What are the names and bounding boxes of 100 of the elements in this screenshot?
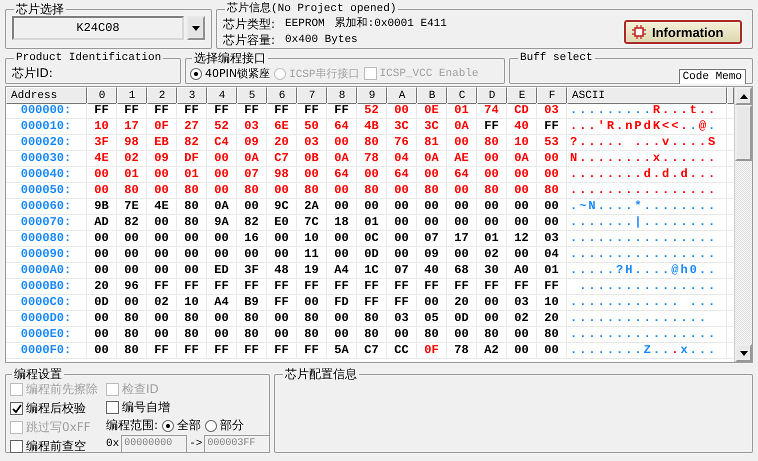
- hex-cell: 04: [537, 247, 567, 263]
- scroll-thumb[interactable]: [735, 105, 752, 161]
- hex-cell: 82: [117, 215, 147, 231]
- hex-cell: 20: [267, 135, 297, 151]
- group-title: Product Identification: [15, 51, 162, 65]
- address-cell: 0000A0:: [6, 263, 87, 279]
- address-cell: 000030:: [6, 151, 87, 167]
- hex-cell: 00: [387, 215, 417, 231]
- information-button[interactable]: Information: [624, 20, 742, 44]
- hex-cell: 00: [537, 151, 567, 167]
- hex-cell: 64: [327, 167, 357, 183]
- hex-cell: 0C: [357, 231, 387, 247]
- radio-option[interactable]: 全部: [162, 417, 202, 434]
- column-header[interactable]: Address: [6, 87, 87, 104]
- ascii-text: .~N....*........: [567, 199, 727, 215]
- column-header[interactable]: E: [507, 87, 537, 104]
- column-header[interactable]: 7: [297, 87, 327, 104]
- radio-option[interactable]: 40PIN锁紧座: [190, 65, 270, 82]
- hex-cell: 00: [477, 215, 507, 231]
- column-header[interactable]: 5: [237, 87, 267, 104]
- info-value: 0x400 Bytes: [285, 33, 358, 48]
- hex-cell: 00: [477, 295, 507, 311]
- hex-cell: 00: [207, 327, 237, 343]
- hex-cell: FF: [327, 279, 357, 295]
- caret-icon: [192, 26, 200, 30]
- column-header[interactable]: 6: [267, 87, 297, 104]
- buffer-tab[interactable]: Code Memo: [678, 69, 746, 84]
- hex-cell: 00: [87, 343, 117, 359]
- column-header[interactable]: F: [537, 87, 567, 104]
- hex-cell: 0A: [507, 151, 537, 167]
- hex-cell: 00: [387, 183, 417, 199]
- hex-cell: 27: [177, 119, 207, 135]
- scrollbar[interactable]: [734, 87, 752, 362]
- hex-cell: 12: [507, 231, 537, 247]
- column-header[interactable]: A: [387, 87, 417, 104]
- hex-cell: C4: [207, 135, 237, 151]
- checkbox[interactable]: 编程后校验: [10, 400, 98, 417]
- info-value: EEPROM: [285, 17, 325, 32]
- hex-cell: B9: [237, 295, 267, 311]
- column-header[interactable]: 9: [357, 87, 387, 104]
- address-cell: 0000D0:: [6, 311, 87, 327]
- hex-cell: 80: [177, 311, 207, 327]
- column-header[interactable]: 4: [207, 87, 237, 104]
- column-header[interactable]: 3: [177, 87, 207, 104]
- hex-cell: 00: [507, 183, 537, 199]
- column-header[interactable]: B: [417, 87, 447, 104]
- scroll-up-button[interactable]: [735, 87, 752, 105]
- hex-cell: 98: [267, 167, 297, 183]
- column-header[interactable]: 0: [87, 87, 117, 104]
- column-header[interactable]: C: [447, 87, 477, 104]
- hex-cell: 00: [507, 247, 537, 263]
- hex-cell: 00: [177, 247, 207, 263]
- hex-cell: 0A: [327, 151, 357, 167]
- hex-cell: 00: [327, 311, 357, 327]
- start-address-field[interactable]: 00000000: [121, 434, 188, 452]
- column-header[interactable]: ASCII: [567, 87, 727, 104]
- hex-cell: 9A: [207, 215, 237, 231]
- hex-cell: 00: [507, 215, 537, 231]
- column-header[interactable]: 1: [117, 87, 147, 104]
- hex-cell: 00: [147, 247, 177, 263]
- radio-option[interactable]: 部分: [205, 417, 244, 434]
- hex-cell: 00: [447, 183, 477, 199]
- chip-dropdown[interactable]: K24C08: [12, 16, 184, 40]
- up-arrow-icon: [740, 94, 748, 98]
- hex-cell: 80: [117, 327, 147, 343]
- checkbox[interactable]: 编号自增: [106, 399, 270, 416]
- address-cell: 000080:: [6, 231, 87, 247]
- hex-cell: FF: [207, 343, 237, 359]
- hex-cell: 0B: [297, 151, 327, 167]
- hex-cell: FF: [117, 103, 147, 119]
- hex-cell: FF: [87, 103, 117, 119]
- hex-cell: 00: [477, 151, 507, 167]
- hex-cell: FF: [417, 279, 447, 295]
- hex-cell: 01: [177, 167, 207, 183]
- hex-cell: FF: [507, 279, 537, 295]
- hex-cell: FF: [177, 279, 207, 295]
- hex-cell: 00: [417, 295, 447, 311]
- column-header[interactable]: D: [477, 87, 507, 104]
- hex-cell: 0F: [417, 343, 447, 359]
- hex-cell: 3C: [387, 119, 417, 135]
- hex-cell: 00: [387, 199, 417, 215]
- hex-cell: 00: [207, 247, 237, 263]
- checkbox[interactable]: 编程前查空: [10, 438, 98, 455]
- column-header[interactable]: 8: [327, 87, 357, 104]
- dropdown-button[interactable]: [187, 16, 205, 40]
- hex-cell: 0A: [207, 199, 237, 215]
- hex-cell: 00: [447, 327, 477, 343]
- hex-cell: 00: [267, 311, 297, 327]
- hex-cell: 9B: [87, 199, 117, 215]
- scroll-down-button[interactable]: [735, 344, 752, 362]
- group-title: 选择编程接口: [193, 51, 267, 65]
- address-cell: 000040:: [6, 167, 87, 183]
- column-header[interactable]: 2: [147, 87, 177, 104]
- hex-cell: 00: [327, 231, 357, 247]
- hex-cell: E0: [267, 215, 297, 231]
- hex-cell: 00: [327, 135, 357, 151]
- hex-cell: 0D: [357, 247, 387, 263]
- hex-cell: FF: [207, 103, 237, 119]
- group-title: 芯片配置信息: [284, 367, 358, 381]
- ascii-text: ...............: [567, 279, 727, 295]
